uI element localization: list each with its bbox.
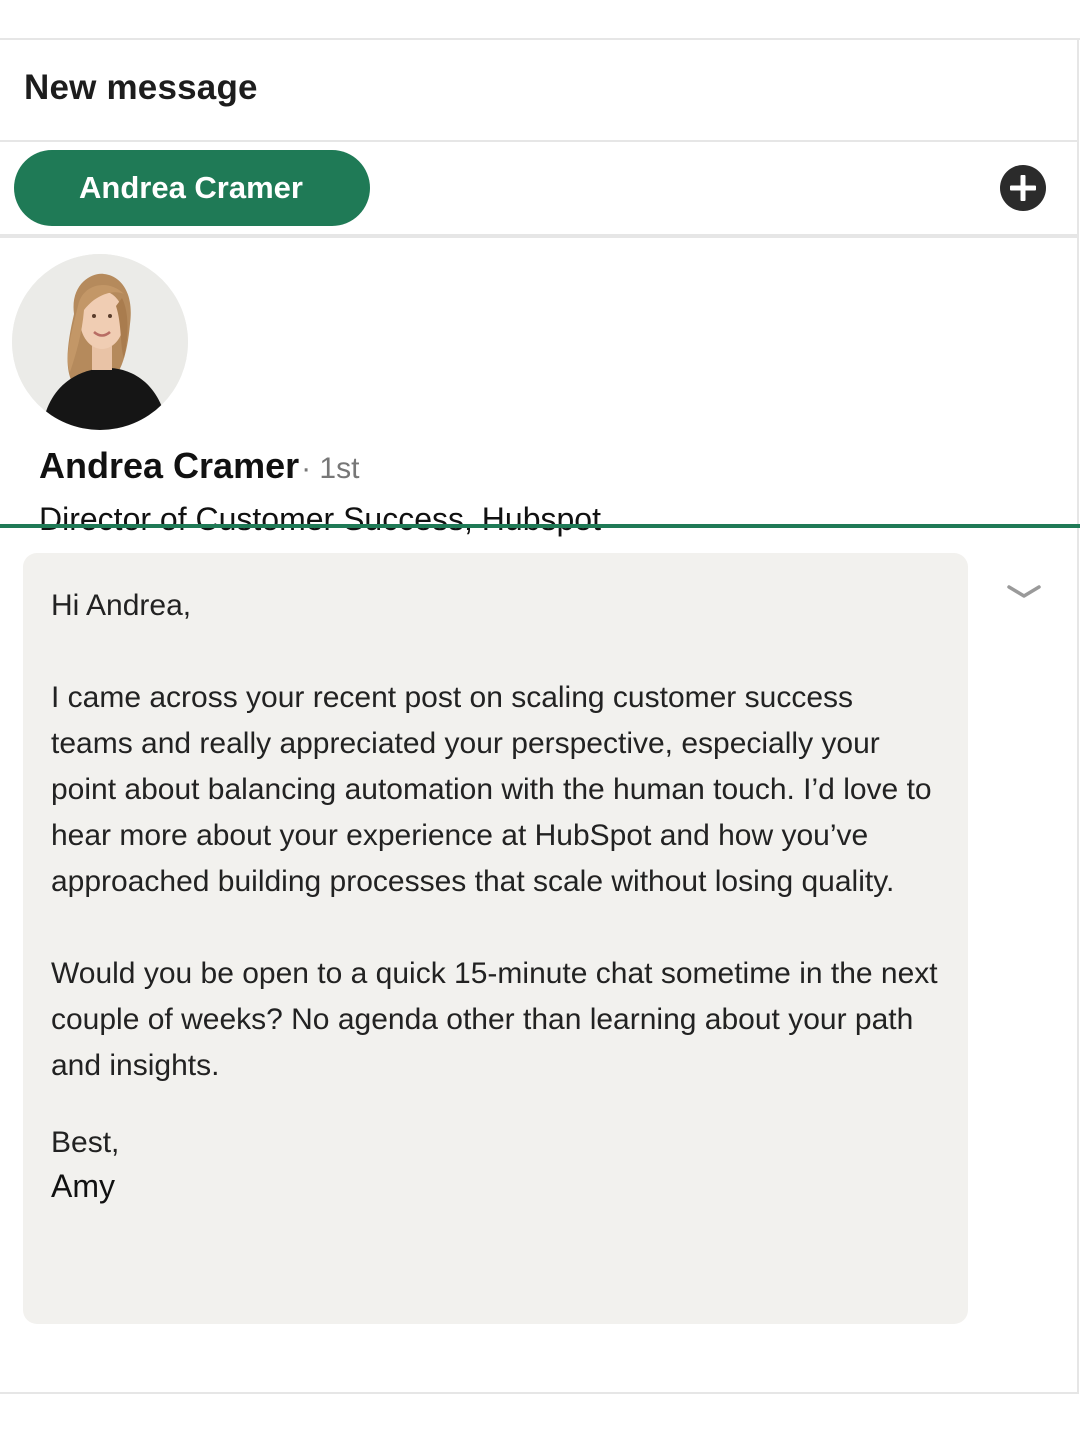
message-greeting: Hi Andrea, [51,589,192,622]
message-paragraph-2: Would you be open to a quick 15-minute c… [51,957,946,1082]
compose-title: New message [24,68,258,107]
message-body-field[interactable]: Hi Andrea, I came across your recent pos… [23,553,968,1324]
profile-name-line: Andrea Cramer· 1st [39,445,359,487]
avatar[interactable] [12,254,188,430]
connection-degree: · 1st [301,452,360,485]
message-signoff: Best, [51,1126,120,1159]
profile-name[interactable]: Andrea Cramer [39,445,299,486]
compose-header: New message [0,40,1077,142]
recipient-row: Andrea Cramer [0,142,1077,238]
recipient-profile: Andrea Cramer· 1st Director of Customer … [0,238,1077,564]
profile-headline: Director of Customer Success, Hubspot [39,501,601,537]
message-paragraph-1: I came across your recent post on scalin… [51,681,940,898]
recipient-chip[interactable]: Andrea Cramer [14,150,370,226]
plus-circle-icon[interactable] [1000,165,1046,211]
chevron-down-icon[interactable] [1006,582,1042,602]
focus-divider [0,524,1080,528]
top-strip [0,0,1080,40]
message-signature: Amy [51,1168,115,1204]
